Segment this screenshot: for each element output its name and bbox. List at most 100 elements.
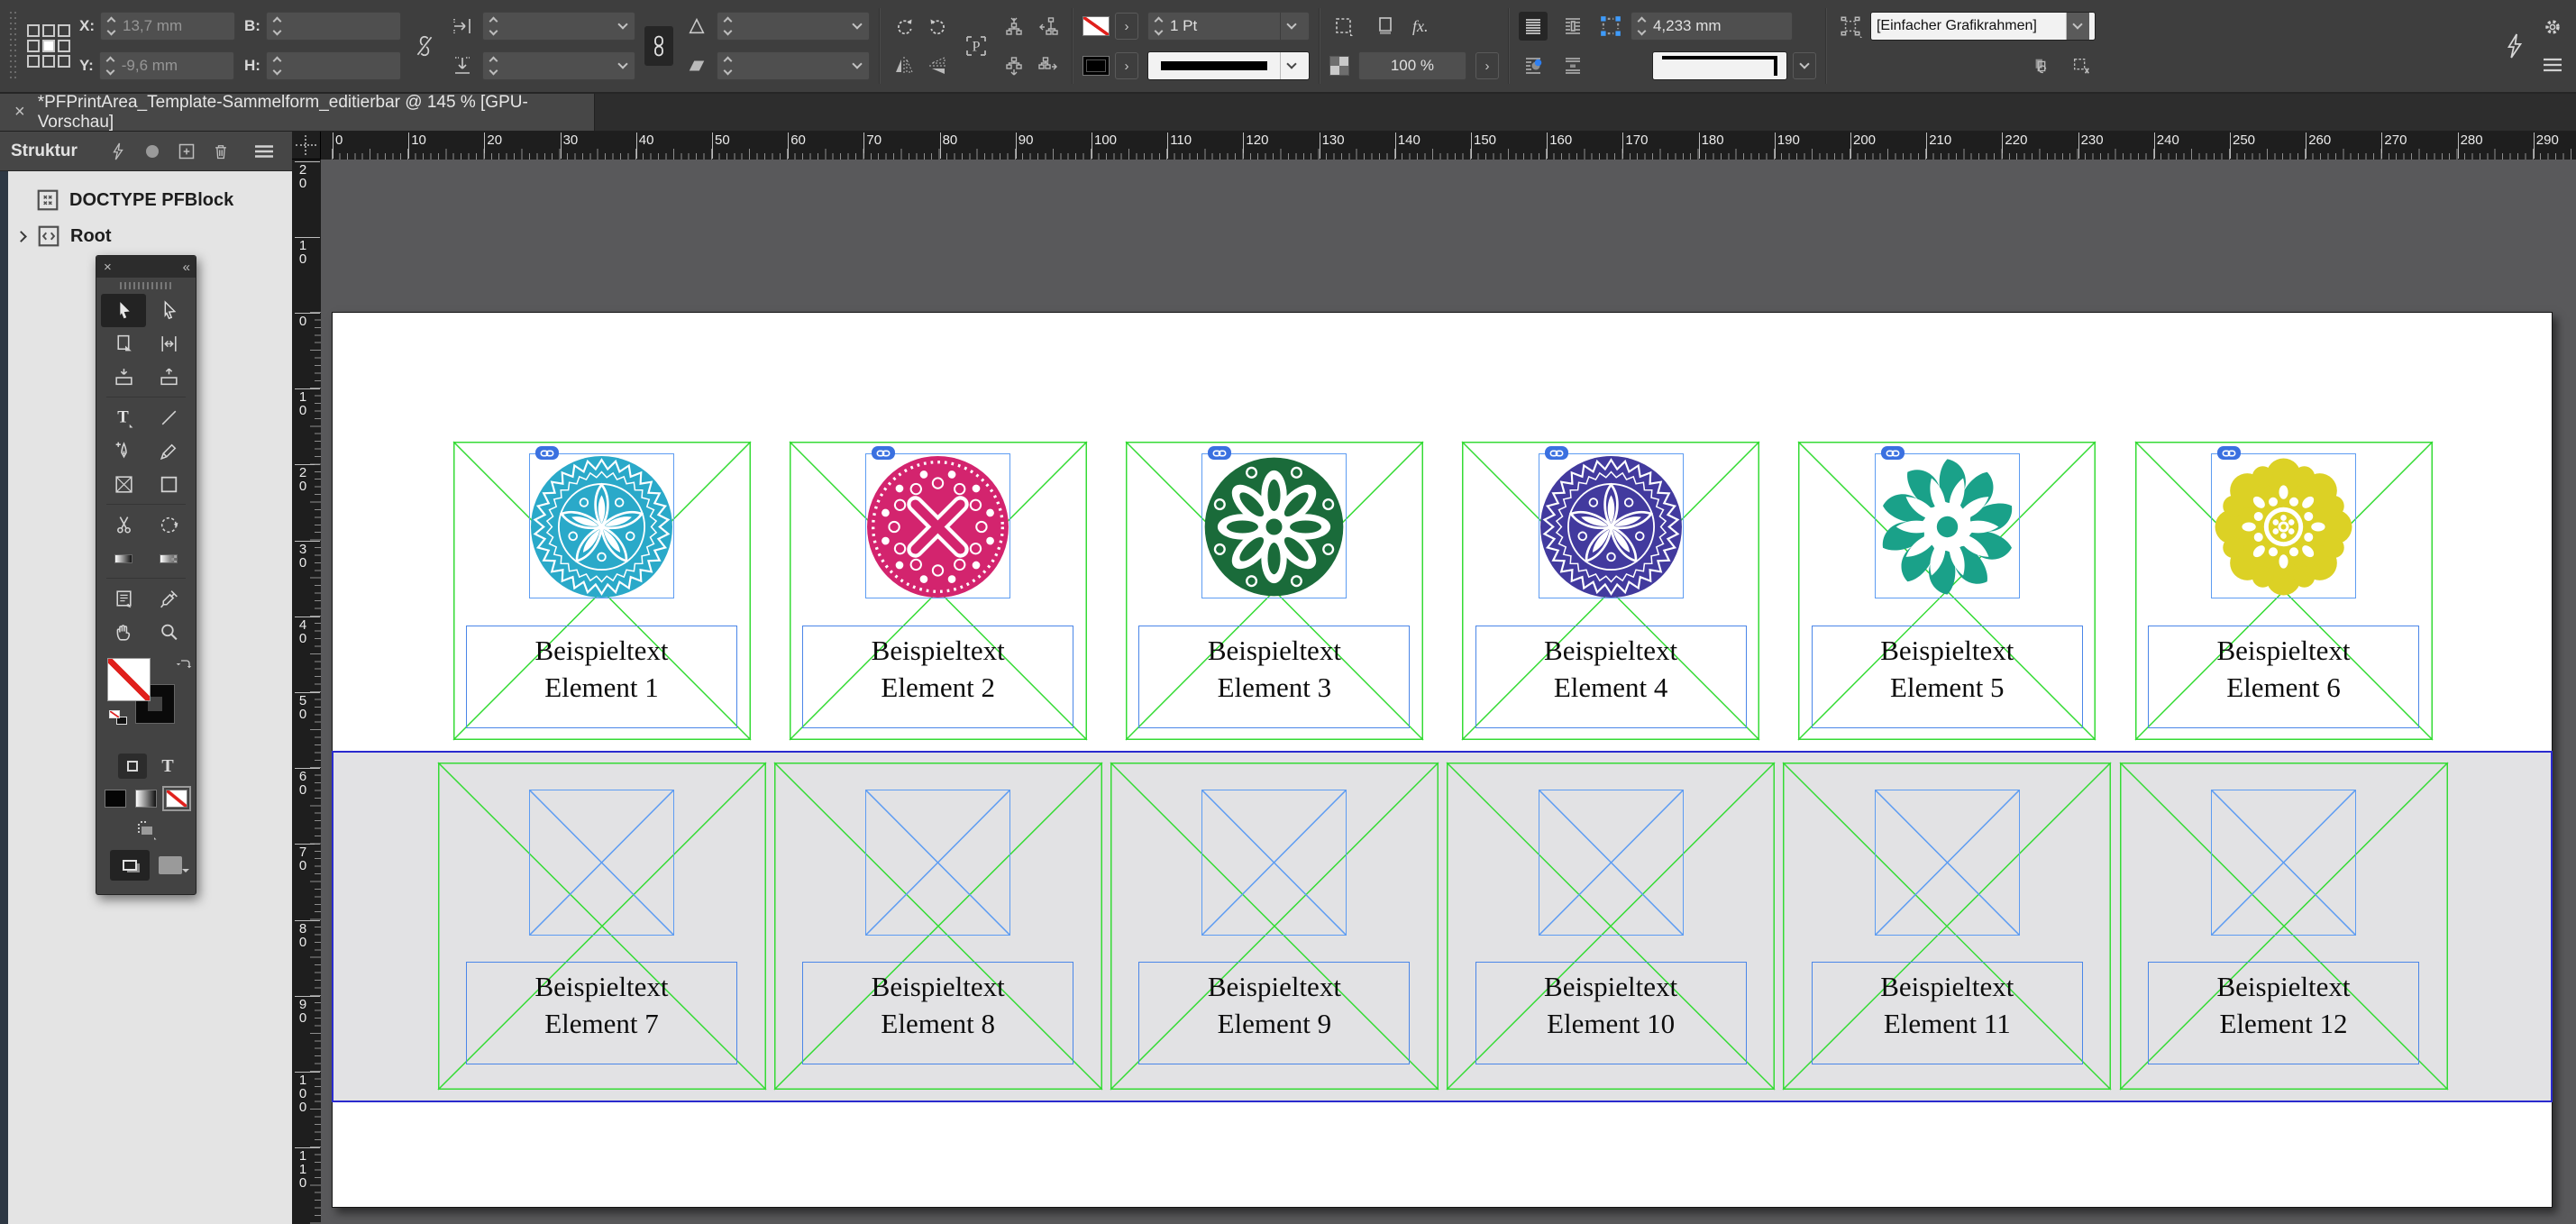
proxy-dot[interactable] [27, 24, 40, 37]
gap-stepper[interactable] [1637, 14, 1648, 38]
formatting-affects-text-button[interactable]: T [161, 756, 173, 777]
drop-shadow-icon[interactable] [1371, 12, 1400, 41]
image-frame[interactable] [1875, 453, 2020, 598]
object-style-dropdown[interactable]: [Einfacher Grafikrahmen] [1870, 12, 2096, 41]
text-frame[interactable]: BeispieltextElement 11 [1812, 962, 2083, 1064]
flip-vertical-icon[interactable] [924, 51, 953, 80]
proxy-dot[interactable] [42, 55, 55, 68]
gear-icon[interactable] [2538, 13, 2567, 41]
reference-point-proxy[interactable] [27, 24, 70, 68]
type-tool[interactable]: T [101, 401, 146, 434]
default-fill-stroke-icon[interactable] [109, 710, 127, 725]
quick-apply-icon[interactable] [2027, 51, 2056, 80]
structure-item-root[interactable]: Root [8, 218, 292, 254]
text-frame[interactable]: BeispieltextElement 3 [1138, 626, 1410, 728]
zoom-tool[interactable] [146, 616, 191, 649]
rotation-field[interactable] [717, 12, 870, 41]
image-frame[interactable] [1201, 453, 1347, 598]
close-icon[interactable]: × [104, 260, 112, 275]
y-stepper[interactable] [105, 54, 116, 78]
width-stepper[interactable] [272, 14, 283, 38]
select-next-icon[interactable] [1034, 51, 1063, 80]
image-frame[interactable] [2211, 453, 2356, 598]
note-tool[interactable] [101, 582, 146, 616]
select-content-down-icon[interactable] [1000, 51, 1028, 80]
text-frame[interactable]: BeispieltextElement 9 [1138, 962, 1410, 1064]
fx-icon[interactable]: fx. [1412, 17, 1429, 36]
element-9[interactable]: BeispieltextElement 9 [1110, 763, 1439, 1090]
element-4[interactable]: BeispieltextElement 4 [1462, 442, 1759, 740]
text-frame[interactable]: BeispieltextElement 5 [1812, 626, 2083, 728]
text-frame[interactable]: BeispieltextElement 4 [1475, 626, 1747, 728]
rotate-ccw-icon[interactable] [924, 12, 953, 41]
frame-fitting-icon[interactable] [1836, 12, 1865, 41]
image-frame[interactable] [529, 790, 674, 936]
eyedropper-tool[interactable] [146, 582, 191, 616]
content-placer-tool[interactable] [146, 361, 191, 394]
apply-color-button[interactable] [105, 790, 126, 808]
link-icon[interactable] [644, 26, 673, 66]
apply-gradient-button[interactable] [135, 790, 157, 808]
wrap-object-shape-icon[interactable] [1519, 51, 1548, 80]
select-container-icon[interactable]: P [962, 26, 991, 66]
collapse-icon[interactable]: « [183, 260, 188, 275]
element-12[interactable]: BeispieltextElement 12 [2120, 763, 2448, 1090]
select-previous-icon[interactable] [1034, 12, 1063, 41]
document-viewport[interactable]: BeispieltextElement 1 BeispieltextElement… [321, 160, 2576, 1224]
text-frame[interactable]: BeispieltextElement 1 [466, 626, 737, 728]
scale-y-field[interactable] [482, 51, 635, 80]
jump-object-icon[interactable] [1558, 51, 1587, 80]
element-6[interactable]: BeispieltextElement 6 [2135, 442, 2433, 740]
gap-tool[interactable] [146, 327, 191, 361]
stroke-preview-dropdown[interactable] [1793, 52, 1816, 79]
gradient-feather-tool[interactable] [146, 542, 191, 575]
opacity-field[interactable]: 100 % [1358, 51, 1466, 80]
element-2[interactable]: BeispieltextElement 2 [790, 442, 1087, 740]
fill-options-button[interactable]: › [1115, 13, 1138, 40]
rectangle-tool[interactable] [146, 468, 191, 501]
stroke-weight-dropdown[interactable] [1280, 13, 1303, 40]
proxy-dot[interactable] [42, 24, 55, 37]
close-tab-icon[interactable]: × [14, 102, 25, 123]
horizontal-ruler[interactable]: 0102030405060708090100110120130140150160… [321, 132, 2576, 160]
frame-edges-icon[interactable] [134, 819, 158, 841]
stroke-weight-field[interactable]: 1 Pt [1147, 12, 1310, 41]
text-frame[interactable]: BeispieltextElement 12 [2148, 962, 2419, 1064]
proxy-dot[interactable] [27, 40, 40, 52]
scale-y-stepper[interactable] [489, 54, 499, 78]
element-7[interactable]: BeispieltextElement 7 [438, 763, 766, 1090]
fill-swatch[interactable] [1082, 16, 1110, 36]
break-link-style-icon[interactable] [2067, 51, 2096, 80]
apply-none-button[interactable] [166, 790, 187, 808]
proxy-dot-selected[interactable] [42, 40, 55, 52]
rotate-cw-icon[interactable] [890, 12, 918, 41]
fill-swatch-none[interactable] [107, 658, 151, 701]
image-frame[interactable] [1539, 453, 1684, 598]
image-frame[interactable] [865, 790, 1010, 936]
element-1[interactable]: BeispieltextElement 1 [453, 442, 751, 740]
text-frame[interactable]: BeispieltextElement 6 [2148, 626, 2419, 728]
toolbox-header[interactable]: × « [96, 256, 196, 278]
selection-tool[interactable] [101, 294, 146, 327]
preview-mode-button[interactable] [159, 856, 182, 874]
stroke-options-button[interactable]: › [1115, 52, 1138, 79]
vertical-ruler[interactable]: 2 01 001 02 03 04 05 06 07 08 09 01 0 01… [292, 160, 321, 1224]
opacity-options-button[interactable]: › [1475, 52, 1499, 79]
page[interactable]: BeispieltextElement 1 BeispieltextElement… [332, 312, 2553, 1208]
lightning-icon[interactable] [2500, 32, 2529, 60]
corner-options-icon[interactable] [1329, 12, 1358, 41]
image-frame[interactable] [529, 453, 674, 598]
gradient-tool[interactable] [101, 542, 146, 575]
scissors-tool[interactable] [101, 508, 146, 542]
swap-fill-stroke-icon[interactable] [176, 658, 192, 674]
stroke-type-dropdown[interactable] [1147, 51, 1310, 80]
proxy-dot[interactable] [58, 24, 70, 37]
gap-field[interactable]: 4,233 mm [1631, 12, 1793, 41]
image-frame[interactable] [865, 453, 1010, 598]
image-frame[interactable] [1201, 790, 1347, 936]
toolbox-grip[interactable] [120, 280, 172, 291]
height-field[interactable] [266, 51, 401, 80]
link-badge-icon[interactable] [2217, 446, 2241, 460]
link-badge-icon[interactable] [1545, 446, 1568, 460]
text-frame[interactable]: BeispieltextElement 7 [466, 962, 737, 1064]
